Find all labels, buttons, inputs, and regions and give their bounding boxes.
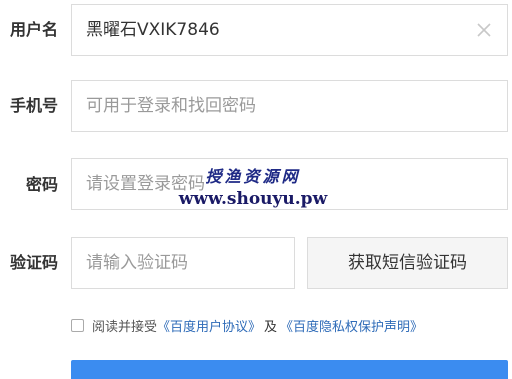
- user-agreement-link[interactable]: 《百度用户协议》: [157, 316, 261, 335]
- agreement-and: 及: [264, 319, 278, 335]
- captcha-label: 验证码: [9, 253, 58, 272]
- phone-label: 手机号: [9, 96, 58, 115]
- username-value: 黑曜石VXIK7846: [86, 20, 220, 40]
- close-icon[interactable]: [475, 21, 493, 39]
- get-sms-code-button[interactable]: 获取短信验证码: [307, 237, 508, 289]
- register-form: 用户名 黑曜石VXIK7846 手机号 可用于登录和找回密码 密码 请设置登录密…: [0, 0, 512, 379]
- agreement-prefix: 阅读并接受: [92, 319, 158, 335]
- password-field[interactable]: 请设置登录密码: [71, 158, 508, 210]
- agreement-row: 阅读并接受 《百度用户协议》 及 《百度隐私权保护声明》: [71, 314, 423, 336]
- username-field[interactable]: 黑曜石VXIK7846: [71, 4, 508, 56]
- register-button[interactable]: [71, 360, 508, 379]
- password-label: 密码: [25, 175, 58, 194]
- captcha-placeholder: 请输入验证码: [86, 253, 188, 273]
- captcha-field[interactable]: 请输入验证码: [71, 237, 295, 289]
- phone-placeholder: 可用于登录和找回密码: [86, 96, 256, 116]
- username-label: 用户名: [9, 20, 58, 39]
- agreement-checkbox[interactable]: [71, 318, 84, 332]
- password-placeholder: 请设置登录密码: [86, 174, 205, 194]
- phone-field[interactable]: 可用于登录和找回密码: [71, 80, 508, 132]
- privacy-statement-link[interactable]: 《百度隐私权保护声明》: [280, 316, 423, 335]
